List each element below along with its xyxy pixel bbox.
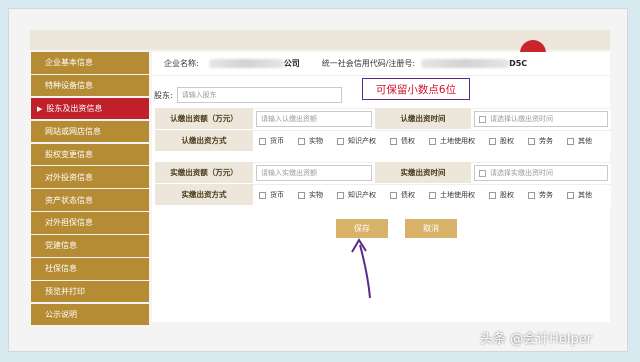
watermark-text: 头条 @会计Helper xyxy=(480,332,593,347)
annotation-arrow xyxy=(351,238,371,299)
arrow-head xyxy=(351,238,367,253)
arrow-shaft xyxy=(359,244,371,299)
